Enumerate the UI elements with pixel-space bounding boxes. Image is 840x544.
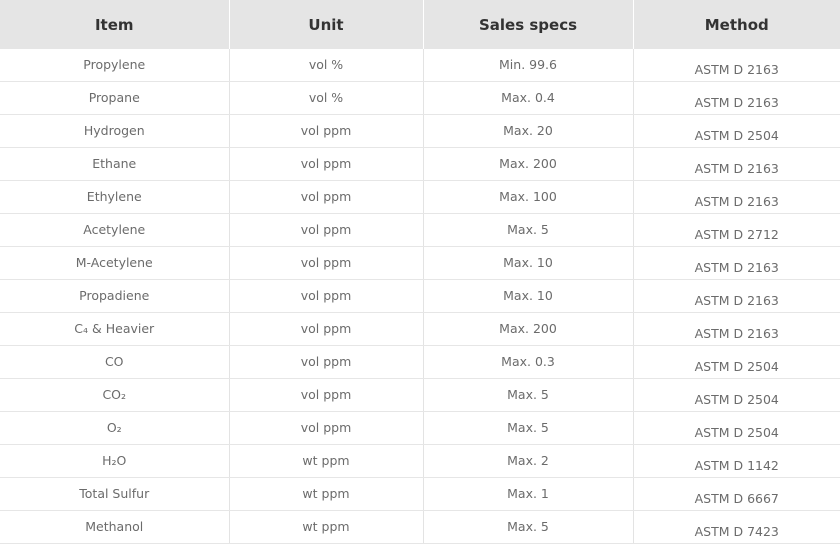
cell-method: ASTM D 2504 — [632, 411, 840, 445]
table-body: Propylene vol % Min. 99.6 ASTM D 2163 Propan… — [0, 49, 840, 544]
cell-item: O₂ — [0, 411, 229, 445]
cell-sales-spec: Max. 100 — [422, 180, 633, 214]
cell-unit: vol ppm — [228, 114, 423, 148]
cell-sales-spec: Max. 2 — [422, 444, 633, 478]
cell-item: M-Acetylene — [0, 246, 229, 280]
cell-sales-spec: Max. 200 — [422, 312, 633, 346]
cell-sales-spec: Max. 5 — [422, 510, 633, 544]
header-item: Item — [0, 0, 229, 49]
cell-method: ASTM D 2163 — [632, 312, 840, 346]
cell-unit: wt ppm — [228, 444, 423, 478]
table-row: H₂O wt ppm Max. 2 ASTM D 1142 — [0, 444, 840, 478]
cell-unit: vol ppm — [228, 147, 423, 181]
cell-unit: vol % — [228, 49, 423, 82]
header-method: Method — [632, 0, 840, 49]
cell-unit: vol ppm — [228, 213, 423, 247]
cell-sales-spec: Max. 5 — [422, 213, 633, 247]
cell-item: Acetylene — [0, 213, 229, 247]
table-row: Propadiene vol ppm Max. 10 ASTM D 2163 — [0, 279, 840, 313]
cell-item: Ethane — [0, 147, 229, 181]
cell-unit: vol ppm — [228, 279, 423, 313]
cell-method: ASTM D 2504 — [632, 345, 840, 379]
cell-item: Propane — [0, 81, 229, 115]
cell-sales-spec: Max. 1 — [422, 477, 633, 511]
cell-method: ASTM D 1142 — [632, 444, 840, 478]
cell-unit: vol ppm — [228, 411, 423, 445]
table-row: M-Acetylene vol ppm Max. 10 ASTM D 2163 — [0, 246, 840, 280]
cell-method: ASTM D 2163 — [632, 147, 840, 181]
cell-unit: vol ppm — [228, 312, 423, 346]
header-unit: Unit — [228, 0, 423, 49]
cell-method: ASTM D 2163 — [632, 180, 840, 214]
table-row: O₂ vol ppm Max. 5 ASTM D 2504 — [0, 411, 840, 445]
cell-item: Propylene — [0, 49, 229, 82]
table-row: Propylene vol % Min. 99.6 ASTM D 2163 — [0, 49, 840, 82]
cell-item: CO — [0, 345, 229, 379]
table-row: Ethane vol ppm Max. 200 ASTM D 2163 — [0, 147, 840, 181]
table-header: Item Unit Sales specs Method — [0, 0, 840, 49]
cell-sales-spec: Max. 0.3 — [422, 345, 633, 379]
cell-method: ASTM D 2712 — [632, 213, 840, 247]
header-row: Item Unit Sales specs Method — [0, 0, 840, 49]
cell-item: Propadiene — [0, 279, 229, 313]
table-row: Ethylene vol ppm Max. 100 ASTM D 2163 — [0, 180, 840, 214]
cell-item: Ethylene — [0, 180, 229, 214]
cell-unit: vol ppm — [228, 378, 423, 412]
table-row: CO vol ppm Max. 0.3 ASTM D 2504 — [0, 345, 840, 379]
cell-item: Total Sulfur — [0, 477, 229, 511]
cell-unit: wt ppm — [228, 477, 423, 511]
cell-sales-spec: Max. 20 — [422, 114, 633, 148]
cell-unit: vol ppm — [228, 180, 423, 214]
cell-item: CO₂ — [0, 378, 229, 412]
cell-item: H₂O — [0, 444, 229, 478]
cell-method: ASTM D 6667 — [632, 477, 840, 511]
cell-item: Hydrogen — [0, 114, 229, 148]
table-row: Hydrogen vol ppm Max. 20 ASTM D 2504 — [0, 114, 840, 148]
cell-unit: wt ppm — [228, 510, 423, 544]
cell-sales-spec: Max. 5 — [422, 378, 633, 412]
cell-method: ASTM D 2504 — [632, 114, 840, 148]
cell-method: ASTM D 2504 — [632, 378, 840, 412]
cell-sales-spec: Max. 10 — [422, 246, 633, 280]
table-row: Propane vol % Max. 0.4 ASTM D 2163 — [0, 81, 840, 115]
cell-unit: vol ppm — [228, 345, 423, 379]
cell-unit: vol % — [228, 81, 423, 115]
cell-sales-spec: Max. 200 — [422, 147, 633, 181]
sales-spec-table: Item Unit Sales specs Method Propylene vo… — [0, 0, 840, 544]
cell-method: ASTM D 7423 — [632, 510, 840, 544]
cell-unit: vol ppm — [228, 246, 423, 280]
table-row: Acetylene vol ppm Max. 5 ASTM D 2712 — [0, 213, 840, 247]
table-row: C₄ & Heavier vol ppm Max. 200 ASTM D 2163 — [0, 312, 840, 346]
table-row: Methanol wt ppm Max. 5 ASTM D 7423 — [0, 510, 840, 544]
cell-sales-spec: Min. 99.6 — [422, 49, 633, 82]
cell-method: ASTM D 2163 — [632, 246, 840, 280]
cell-sales-spec: Max. 0.4 — [422, 81, 633, 115]
header-sales-specs: Sales specs — [422, 0, 633, 49]
cell-item: Methanol — [0, 510, 229, 544]
cell-sales-spec: Max. 5 — [422, 411, 633, 445]
cell-method: ASTM D 2163 — [632, 81, 840, 115]
table-row: CO₂ vol ppm Max. 5 ASTM D 2504 — [0, 378, 840, 412]
cell-method: ASTM D 2163 — [632, 279, 840, 313]
cell-item: C₄ & Heavier — [0, 312, 229, 346]
cell-sales-spec: Max. 10 — [422, 279, 633, 313]
table-row: Total Sulfur wt ppm Max. 1 ASTM D 6667 — [0, 477, 840, 511]
cell-method: ASTM D 2163 — [632, 49, 840, 82]
